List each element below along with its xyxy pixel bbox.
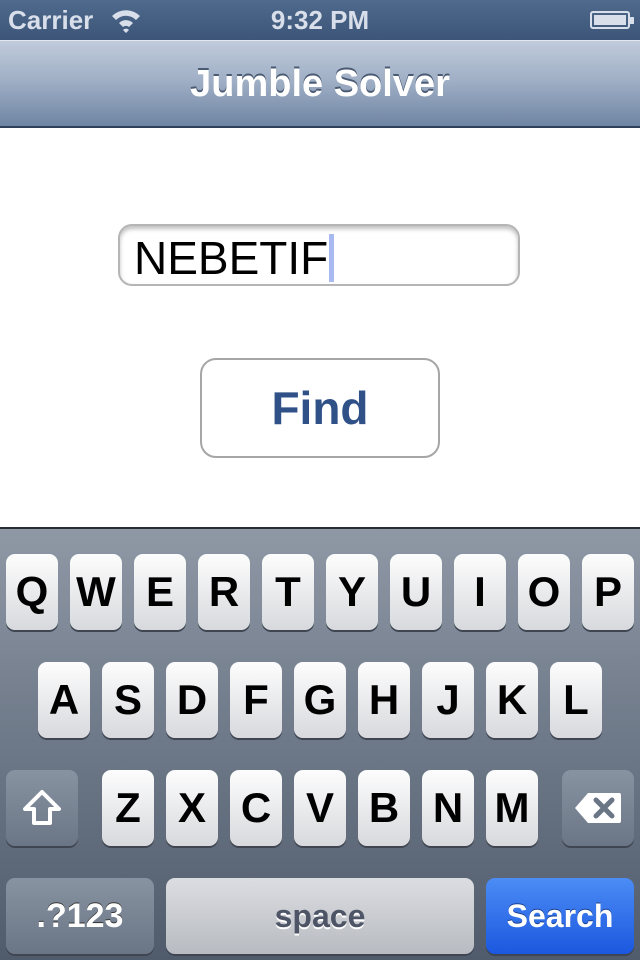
key-q[interactable]: Q xyxy=(6,554,58,630)
delete-key[interactable] xyxy=(562,770,634,846)
jumble-input[interactable]: NEBETIF xyxy=(118,224,520,286)
navigation-bar: Jumble Solver xyxy=(0,40,640,128)
key-g[interactable]: G xyxy=(294,662,346,738)
status-bar: Carrier 9:32 PM xyxy=(0,0,640,40)
numbers-mode-key[interactable]: .?123 xyxy=(6,878,154,954)
key-l[interactable]: L xyxy=(550,662,602,738)
search-key[interactable]: Search xyxy=(486,878,634,954)
key-d[interactable]: D xyxy=(166,662,218,738)
page-title: Jumble Solver xyxy=(190,63,450,105)
key-i[interactable]: I xyxy=(454,554,506,630)
key-c[interactable]: C xyxy=(230,770,282,846)
key-z[interactable]: Z xyxy=(102,770,154,846)
key-k[interactable]: K xyxy=(486,662,538,738)
jumble-input-value: NEBETIF xyxy=(134,232,329,284)
battery-icon xyxy=(590,11,634,29)
text-caret xyxy=(329,234,335,282)
key-n[interactable]: N xyxy=(422,770,474,846)
key-p[interactable]: P xyxy=(582,554,634,630)
key-j[interactable]: J xyxy=(422,662,474,738)
key-u[interactable]: U xyxy=(390,554,442,630)
space-key[interactable]: space xyxy=(166,878,474,954)
key-f[interactable]: F xyxy=(230,662,282,738)
key-a[interactable]: A xyxy=(38,662,90,738)
backspace-icon xyxy=(575,793,621,823)
key-w[interactable]: W xyxy=(70,554,122,630)
key-b[interactable]: B xyxy=(358,770,410,846)
shift-arrow-icon xyxy=(23,790,61,825)
status-time: 9:32 PM xyxy=(270,5,370,35)
shift-key[interactable] xyxy=(6,770,78,846)
key-e[interactable]: E xyxy=(134,554,186,630)
find-button[interactable]: Find xyxy=(200,358,440,458)
key-x[interactable]: X xyxy=(166,770,218,846)
key-t[interactable]: T xyxy=(262,554,314,630)
key-m[interactable]: M xyxy=(486,770,538,846)
key-r[interactable]: R xyxy=(198,554,250,630)
key-v[interactable]: V xyxy=(294,770,346,846)
key-h[interactable]: H xyxy=(358,662,410,738)
key-s[interactable]: S xyxy=(102,662,154,738)
key-y[interactable]: Y xyxy=(326,554,378,630)
key-o[interactable]: O xyxy=(518,554,570,630)
keyboard: QWERTYUIOP ASDFGHJKL ZXCVBNM .?123 space… xyxy=(0,527,640,960)
